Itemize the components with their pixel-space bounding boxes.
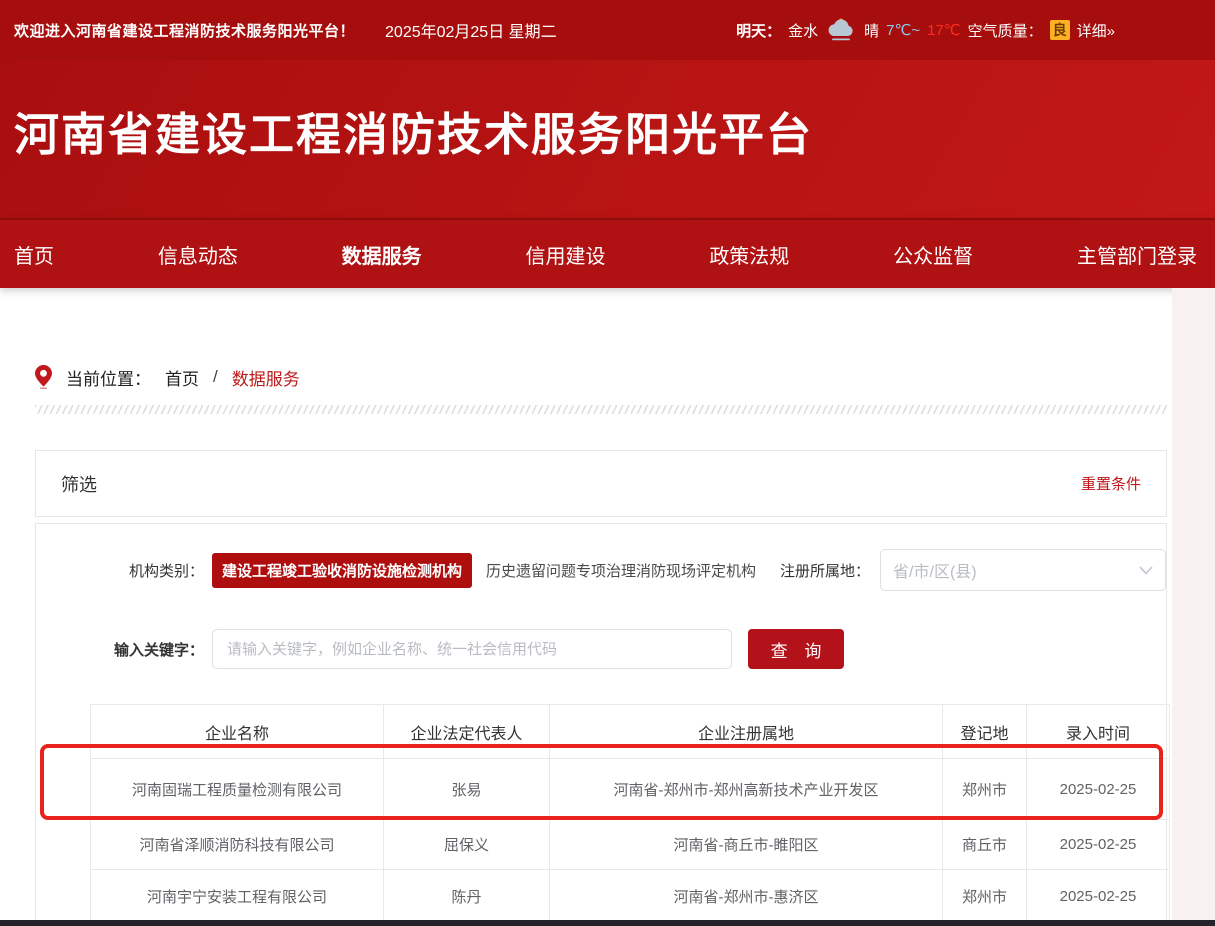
filter-content-panel: 机构类别： 建设工程竣工验收消防设施检测机构 历史遗留问题专项治理消防现场评定机… — [35, 523, 1167, 926]
category-option-detection-agency[interactable]: 建设工程竣工验收消防设施检测机构 — [212, 553, 472, 588]
header-entry-date: 录入时间 — [1027, 705, 1170, 759]
nav-item-data-service[interactable]: 数据服务 — [342, 240, 422, 269]
cell-company-name: 河南固瑞工程质量检测有限公司 — [91, 759, 384, 820]
search-button[interactable]: 查 询 — [748, 629, 844, 669]
header-registration-city: 登记地 — [943, 705, 1027, 759]
nav-item-news[interactable]: 信息动态 — [158, 240, 238, 269]
region-select[interactable]: 省/市/区(县) — [880, 549, 1166, 591]
region-label: 注册所属地： — [780, 560, 870, 581]
header-legal-representative: 企业法定代表人 — [384, 705, 550, 759]
cell-entry-date: 2025-02-25 — [1027, 870, 1170, 924]
nav-item-credit[interactable]: 信用建设 — [525, 240, 605, 269]
date-text: 2025年02月25日 星期二 — [385, 18, 557, 42]
air-quality-label: 空气质量： — [968, 20, 1043, 41]
table-row[interactable]: 河南宇宁安装工程有限公司 陈丹 河南省-郑州市-惠济区 郑州市 2025-02-… — [91, 870, 1170, 924]
cell-registered-location: 河南省-郑州市-惠济区 — [550, 870, 943, 924]
breadcrumb: 当前位置： 首页 / 数据服务 — [35, 362, 1215, 392]
weather-district: 金水 — [788, 20, 818, 41]
table-row[interactable]: 河南省泽顺消防科技有限公司 屈保义 河南省-商丘市-睢阳区 商丘市 2025-0… — [91, 820, 1170, 870]
weather-tomorrow-label: 明天： — [736, 20, 781, 41]
cell-registered-location: 河南省-郑州市-郑州高新技术产业开发区 — [550, 759, 943, 820]
temp-high: 17℃ — [927, 21, 961, 39]
keyword-label: 输入关键字： — [61, 639, 204, 660]
header-company-name: 企业名称 — [91, 705, 384, 759]
chevron-down-icon — [1139, 566, 1153, 575]
top-bar: 欢迎进入河南省建设工程消防技术服务阳光平台！ 2025年02月25日 星期二 明… — [0, 0, 1215, 60]
main-nav: 首页 信息动态 数据服务 信用建设 政策法规 公众监督 主管部门登录 — [0, 218, 1215, 288]
page-background-strip — [1172, 288, 1215, 926]
cell-registration-city: 郑州市 — [943, 759, 1027, 820]
page: 欢迎进入河南省建设工程消防技术服务阳光平台！ 2025年02月25日 星期二 明… — [0, 0, 1215, 926]
region-filter-group: 注册所属地： 省/市/区(县) — [780, 549, 1166, 591]
nav-item-authority-login[interactable]: 主管部门登录 — [1077, 240, 1197, 269]
breadcrumb-home-link[interactable]: 首页 — [165, 365, 199, 390]
filter-panel-header: 筛选 重置条件 — [35, 450, 1167, 517]
temp-low: 7℃~ — [886, 21, 920, 39]
breadcrumb-label: 当前位置： — [66, 365, 151, 390]
reset-filters-link[interactable]: 重置条件 — [1081, 473, 1141, 494]
cell-registered-location: 河南省-商丘市-睢阳区 — [550, 820, 943, 870]
breadcrumb-current[interactable]: 数据服务 — [232, 365, 300, 390]
decorative-slash-divider — [35, 405, 1167, 414]
companies-table: 企业名称 企业法定代表人 企业注册属地 登记地 录入时间 河南固瑞工程质量检测有… — [90, 704, 1170, 924]
cell-legal-representative: 屈保义 — [384, 820, 550, 870]
region-select-placeholder: 省/市/区(县) — [893, 558, 977, 582]
table-header-row: 企业名称 企业法定代表人 企业注册属地 登记地 录入时间 — [91, 705, 1170, 759]
keyword-input[interactable] — [212, 629, 732, 669]
table-row[interactable]: 河南固瑞工程质量检测有限公司 张易 河南省-郑州市-郑州高新技术产业开发区 郑州… — [91, 759, 1170, 820]
cell-company-name: 河南宇宁安装工程有限公司 — [91, 870, 384, 924]
cell-entry-date: 2025-02-25 — [1027, 759, 1170, 820]
footer-bar — [0, 920, 1215, 926]
cell-company-name: 河南省泽顺消防科技有限公司 — [91, 820, 384, 870]
weather-detail-link[interactable]: 详细» — [1077, 20, 1115, 41]
site-title: 河南省建设工程消防技术服务阳光平台 — [14, 98, 1215, 163]
cell-registration-city: 商丘市 — [943, 820, 1027, 870]
cell-entry-date: 2025-02-25 — [1027, 820, 1170, 870]
weather-condition: 晴 — [864, 20, 879, 41]
cell-registration-city: 郑州市 — [943, 870, 1027, 924]
nav-item-public-supervision[interactable]: 公众监督 — [893, 240, 973, 269]
location-pin-icon — [35, 365, 52, 389]
cloud-icon — [825, 17, 857, 43]
weather-widget: 明天： 金水 晴 7℃~ 17℃ 空气质量： 良 详细» — [736, 17, 1115, 43]
category-option-assessment-agency[interactable]: 历史遗留问题专项治理消防现场评定机构 — [480, 553, 766, 588]
keyword-filter-row: 输入关键字： 查 询 — [61, 629, 1166, 669]
site-banner: 河南省建设工程消防技术服务阳光平台 — [0, 60, 1215, 218]
cell-legal-representative: 陈丹 — [384, 870, 550, 924]
breadcrumb-separator: / — [213, 367, 218, 387]
header-registered-location: 企业注册属地 — [550, 705, 943, 759]
filter-title: 筛选 — [61, 471, 97, 497]
cell-legal-representative: 张易 — [384, 759, 550, 820]
nav-item-policy[interactable]: 政策法规 — [709, 240, 789, 269]
category-filter-row: 机构类别： 建设工程竣工验收消防设施检测机构 历史遗留问题专项治理消防现场评定机… — [61, 549, 1166, 591]
air-quality-badge: 良 — [1050, 20, 1070, 40]
welcome-text: 欢迎进入河南省建设工程消防技术服务阳光平台！ — [14, 20, 355, 41]
nav-item-home[interactable]: 首页 — [14, 240, 54, 269]
category-label: 机构类别： — [61, 560, 204, 581]
